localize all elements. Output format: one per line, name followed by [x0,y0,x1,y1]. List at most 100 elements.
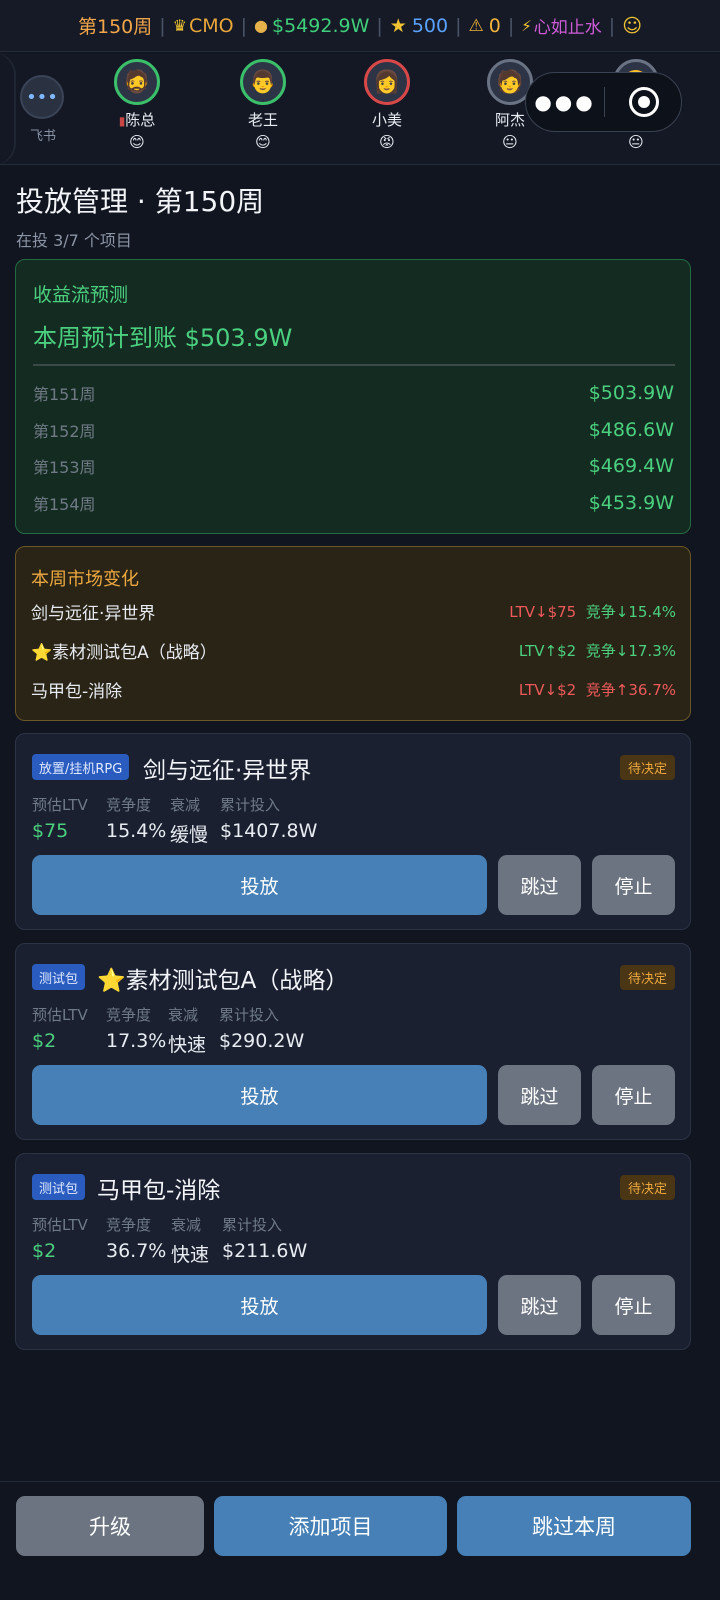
team-member-laowang[interactable]: 👨 老王 😊 [223,59,303,151]
divider [33,364,675,366]
mood-indicator: ⚡ 心如止水 [521,13,602,39]
money-value: $5492.9W [272,14,370,37]
separator: | [159,14,166,37]
miniprogram-capsule: ●●● [525,72,682,132]
competition-value: 15.4% [106,820,167,842]
stop-button[interactable]: 停止 [592,855,675,915]
market-project-name: 剑与远征·异世界 [31,603,156,624]
skip-button[interactable]: 跳过 [498,1065,581,1125]
revenue-row: 第153周 $469.4W [33,453,674,479]
market-heading: 本周市场变化 [31,569,139,590]
smile-icon: ☺ [622,14,642,37]
invested-value: $290.2W [219,1030,305,1052]
skip-week-button[interactable]: 跳过本周 [457,1496,691,1556]
separator: | [608,14,616,37]
invested-label: 累计投入 [222,1216,283,1234]
ltv-label: 预估LTV [32,796,88,814]
mood-emoji: 😊 [129,133,145,151]
stars-value: 500 [411,14,449,37]
status-badge: 待决定 [619,965,675,990]
decay-label: 衰减 [168,1006,199,1024]
project-tag: 测试包 [32,1174,86,1200]
revenue-row: 第152周 $486.6W [33,417,674,443]
separator: | [507,14,515,37]
competition-value: 17.3% [106,1030,167,1052]
competition-label: 竞争度 [106,1006,152,1024]
invested-label: 累计投入 [220,796,281,814]
skip-button[interactable]: 跳过 [498,855,581,915]
market-row: 剑与远征·异世界 LTV↓$75 竞争↓15.4% [31,598,676,624]
market-project-name: 马甲包-消除 [31,681,123,702]
stop-button[interactable]: 停止 [592,1065,675,1125]
invested-value: $1407.8W [220,820,318,842]
lightning-icon: ⚡ [521,16,532,35]
status-badge: 待决定 [619,755,675,780]
status-bar: 第150周 | ♛ CMO | ● $5492.9W | ★ 500 | ⚠ 0… [0,0,720,52]
mood-emoji: 😐 [628,133,644,151]
stop-button[interactable]: 停止 [592,1275,675,1335]
mood-emoji: 😊 [255,133,271,151]
revenue-amount: $453.9W [588,492,674,514]
market-changes-card: 本周市场变化 剑与远征·异世界 LTV↓$75 竞争↓15.4% ⭐素材测试包A… [15,546,691,721]
revenue-row: 第154周 $453.9W [33,490,674,516]
revenue-week: 第152周 [33,422,96,441]
week-indicator: 第150周 [77,16,153,38]
mood-value: 心如止水 [533,18,602,38]
mood-emoji: 😐 [502,133,518,151]
competition-label: 竞争度 [106,796,152,814]
ltv-change: LTV↑$2 [518,641,577,660]
upgrade-button[interactable]: 升级 [16,1496,204,1556]
market-row: ⭐素材测试包A（战略） LTV↑$2 竞争↓17.3% [31,637,676,663]
competition-change: 竞争↓15.4% [585,602,676,621]
revenue-amount: $503.9W [588,382,674,404]
avatar: 👩 [364,59,410,105]
launch-button[interactable]: 投放 [32,1065,487,1125]
launch-button[interactable]: 投放 [32,1275,487,1335]
decay-value: 缓慢 [170,824,209,846]
revenue-summary: 本周预计到账 $503.9W [33,324,293,352]
team-member-chen[interactable]: 🧔 ▮陈总 😊 [97,59,177,151]
decoration [0,53,16,165]
role-label: CMO [189,14,234,37]
warnings-value: 0 [488,14,501,37]
project-name: ⭐素材测试包A（战略） [97,968,349,994]
ltv-change: LTV↓$75 [509,602,577,621]
market-change: LTV↓$75 竞争↓15.4% [509,601,676,622]
ltv-value: $2 [32,1240,57,1262]
market-row: 马甲包-消除 LTV↓$2 竞争↑36.7% [31,676,676,702]
crown-icon: ♛ [172,16,187,35]
member-name: 小美 [371,111,402,129]
competition-value: 36.7% [106,1240,167,1262]
add-project-button[interactable]: 添加项目 [214,1496,447,1556]
feishu-button[interactable]: ••• 飞书 [20,75,66,144]
launch-button[interactable]: 投放 [32,855,487,915]
warning-icon: ⚠ [468,15,484,36]
team-member-xiaomei[interactable]: 👩 小美 😡 [347,59,427,151]
ltv-label: 预估LTV [32,1216,88,1234]
market-change: LTV↓$2 竞争↑36.7% [519,679,676,700]
project-name: 剑与远征·异世界 [143,758,312,784]
close-target-icon[interactable] [629,87,659,117]
feishu-label: 飞书 [29,129,56,144]
revenue-week: 第153周 [33,458,96,477]
decay-value: 快速 [168,1034,207,1056]
revenue-row: 第151周 $503.9W [33,380,674,406]
separator: | [376,14,383,37]
role-indicator: ♛ CMO [173,15,234,37]
invested-label: 累计投入 [219,1006,280,1024]
separator: | [240,14,248,37]
market-project-name: ⭐素材测试包A（战略） [31,642,217,663]
divider [604,87,605,117]
market-change: LTV↑$2 竞争↓17.3% [519,640,676,661]
skip-button[interactable]: 跳过 [498,1275,581,1335]
decay-label: 衰减 [170,796,201,814]
member-name: 老王 [247,111,278,129]
revenue-forecast-card: 收益流预测 本周预计到账 $503.9W 第151周 $503.9W 第152周… [15,259,691,534]
revenue-week: 第151周 [33,385,96,404]
decay-label: 衰减 [171,1216,202,1234]
page-subtitle: 在投 3/7 个项目 [16,231,132,250]
bottom-action-bar: 升级 添加项目 跳过本周 [0,1481,720,1600]
project-tag: 测试包 [32,964,86,990]
competition-change: 竞争↓17.3% [585,641,676,660]
more-icon[interactable]: ●●● [526,90,604,114]
